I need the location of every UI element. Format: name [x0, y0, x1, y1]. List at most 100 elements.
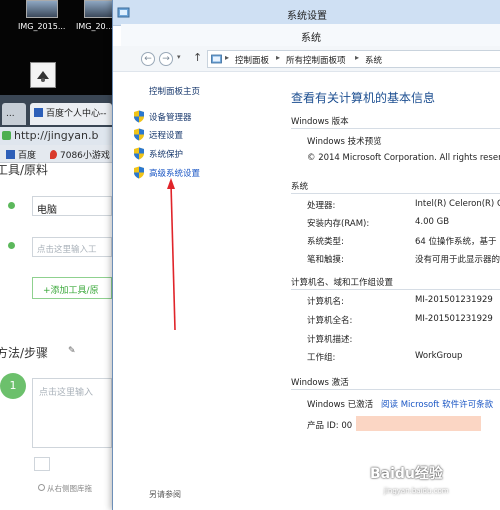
baidu-favicon-icon — [6, 150, 15, 159]
background-browser: ... 百度个人中心-- http://jingyan.b 百度 7086小游戏… — [0, 95, 112, 510]
section-title-steps: 方法/步骤 — [0, 346, 49, 360]
section-divider — [291, 128, 500, 129]
browser-tab-label: 百度个人中心-- — [46, 109, 107, 119]
forward-button[interactable]: → — [159, 52, 173, 66]
task-remote-settings[interactable]: 远程设置 — [133, 128, 283, 142]
processor-value: Intel(R) Celeron(R) C — [415, 199, 500, 209]
see-also-heading: 另请参阅 — [149, 490, 181, 499]
full-computer-name-value: MI-201501231929 — [415, 314, 493, 324]
section-divider — [291, 193, 500, 194]
task-device-manager[interactable]: 设备管理器 — [133, 110, 283, 124]
breadcrumb-all-items[interactable]: 所有控制面板项 — [286, 54, 346, 66]
shield-icon — [134, 166, 144, 179]
control-panel-home-link[interactable]: 控制面板主页 — [149, 85, 200, 97]
license-terms-link[interactable]: 阅读 Microsoft 软件许可条款 — [381, 398, 493, 410]
computer-name-value: MI-201501231929 — [415, 295, 493, 305]
back-button[interactable]: ← — [141, 52, 155, 66]
shield-icon — [134, 128, 144, 141]
section-divider — [291, 389, 500, 390]
browser-tab[interactable]: ... — [2, 103, 26, 125]
system-window: 系统设置 系统 ← → ▾ ↑ ▸ 控制面板 ▸ 所有控制面板项 ▸ 系统 控制… — [112, 0, 500, 510]
page-heading: 查看有关计算机的基本信息 — [291, 91, 436, 105]
bookmark-baidu[interactable]: 百度 — [6, 148, 36, 161]
section-title-computer-name: 计算机名、域和工作组设置 — [291, 278, 394, 288]
secure-check-icon — [2, 131, 11, 140]
pin-icon — [50, 150, 57, 159]
product-id-redaction — [356, 416, 481, 431]
step-number-badge: 1 — [0, 373, 26, 399]
upload-hint-text: 从右侧图库拖 — [47, 484, 92, 493]
main-content-pane: 查看有关计算机的基本信息 Windows 版本 Windows 技术预览 © 2… — [281, 73, 500, 510]
computer-name-label: 计算机名: — [307, 297, 344, 307]
task-label: 设备管理器 — [149, 113, 192, 123]
baidu-favicon-icon — [34, 108, 43, 117]
outer-title-bar[interactable]: 系统设置 — [113, 0, 500, 26]
left-task-pane: 控制面板主页 设备管理器 远程设置 系统保护 高级系统设置 另请参阅 — [113, 73, 281, 510]
image-upload-icon[interactable] — [34, 457, 50, 471]
shield-icon — [134, 147, 144, 160]
section-title-activation: Windows 激活 — [291, 378, 349, 388]
outer-window-title: 系统设置 — [287, 11, 327, 22]
full-computer-name-label: 计算机全名: — [307, 316, 353, 326]
tool-input-placeholder: 点击这里输入工 — [37, 245, 97, 255]
section-title-tools: 工具/原料 — [0, 163, 49, 177]
tool-input-value: 电脑 — [37, 205, 57, 216]
control-panel-icon — [211, 54, 222, 64]
info-icon — [38, 484, 45, 491]
watermark-url: jingyan.baidu.com — [384, 487, 449, 495]
add-tool-button-label: +添加工具/原 — [43, 286, 99, 296]
browser-page-content: 工具/原料 电脑 点击这里输入工 +添加工具/原 方法/步骤 ✎ 1 点击这里输… — [0, 163, 112, 510]
step-input-placeholder: 点击这里输入 — [39, 388, 94, 398]
desktop-app-icon[interactable] — [30, 62, 56, 88]
computer-description-label: 计算机描述: — [307, 335, 353, 345]
edit-pencil-icon[interactable]: ✎ — [68, 346, 76, 356]
section-divider — [291, 289, 500, 290]
breadcrumb-separator-icon: ▸ — [225, 53, 230, 62]
workgroup-value: WorkGroup — [415, 351, 463, 361]
browser-tab-active[interactable]: 百度个人中心-- — [30, 103, 112, 125]
workgroup-label: 工作组: — [307, 353, 336, 363]
bookmark-label: 百度 — [18, 151, 37, 161]
address-bar[interactable]: ▸ 控制面板 ▸ 所有控制面板项 ▸ 系统 — [207, 50, 500, 68]
browser-address-bar[interactable]: http://jingyan.b — [0, 127, 112, 145]
breadcrumb-system[interactable]: 系统 — [365, 54, 382, 66]
section-title-windows-edition: Windows 版本 — [291, 117, 349, 127]
inner-window-title: 系统 — [301, 33, 321, 44]
product-id-label: 产品 ID: 00 — [307, 421, 353, 431]
upload-hint: 从右侧图库拖 — [38, 483, 92, 494]
tool-input[interactable]: 电脑 — [32, 196, 112, 216]
task-label: 高级系统设置 — [149, 169, 201, 179]
image-thumbnail-icon — [26, 0, 58, 18]
step-input[interactable]: 点击这里输入 — [32, 378, 112, 448]
up-button[interactable]: ↑ — [193, 51, 202, 64]
bullet-dot — [8, 242, 15, 249]
tool-input-empty[interactable]: 点击这里输入工 — [32, 237, 112, 257]
breadcrumb-separator-icon: ▸ — [355, 53, 360, 62]
inner-title-bar[interactable]: 系统 — [121, 24, 500, 46]
browser-url-text: http://jingyan.b — [14, 129, 99, 142]
ram-value: 4.00 GB — [415, 217, 450, 227]
system-type-label: 系统类型: — [307, 237, 344, 247]
windows-edition-name: Windows 技术预览 — [307, 137, 382, 147]
ram-label: 安装内存(RAM): — [307, 219, 370, 229]
desktop-icon-image-1[interactable]: IMG_2015... — [18, 0, 66, 38]
bookmark-label: 7086小游戏 — [60, 151, 110, 161]
bullet-dot — [8, 202, 15, 209]
recent-pages-chevron-icon[interactable]: ▾ — [177, 53, 181, 61]
section-title-system: 系统 — [291, 182, 309, 192]
add-tool-button[interactable]: +添加工具/原 — [32, 277, 112, 299]
bookmark-7086[interactable]: 7086小游戏 — [50, 148, 110, 161]
breadcrumb-control-panel[interactable]: 控制面板 — [235, 54, 269, 66]
baidu-jingyan-watermark: Baidu经验 jingyan.baidu.com — [370, 463, 498, 503]
system-type-value: 64 位操作系统，基于 — [415, 237, 497, 247]
task-label: 系统保护 — [149, 150, 184, 160]
task-advanced-system-settings[interactable]: 高级系统设置 — [133, 166, 283, 180]
task-system-protection[interactable]: 系统保护 — [133, 147, 283, 161]
navigation-bar: ← → ▾ ↑ ▸ 控制面板 ▸ 所有控制面板项 ▸ 系统 — [113, 46, 500, 72]
activation-status: Windows 已激活 — [307, 400, 374, 410]
breadcrumb-separator-icon: ▸ — [276, 53, 281, 62]
browser-tab-label: ... — [6, 109, 15, 119]
pen-touch-label: 笔和触摸: — [307, 255, 344, 265]
windows-copyright: © 2014 Microsoft Corporation. All rights… — [307, 153, 500, 163]
pen-touch-value: 没有可用于此显示器的 — [415, 255, 500, 265]
